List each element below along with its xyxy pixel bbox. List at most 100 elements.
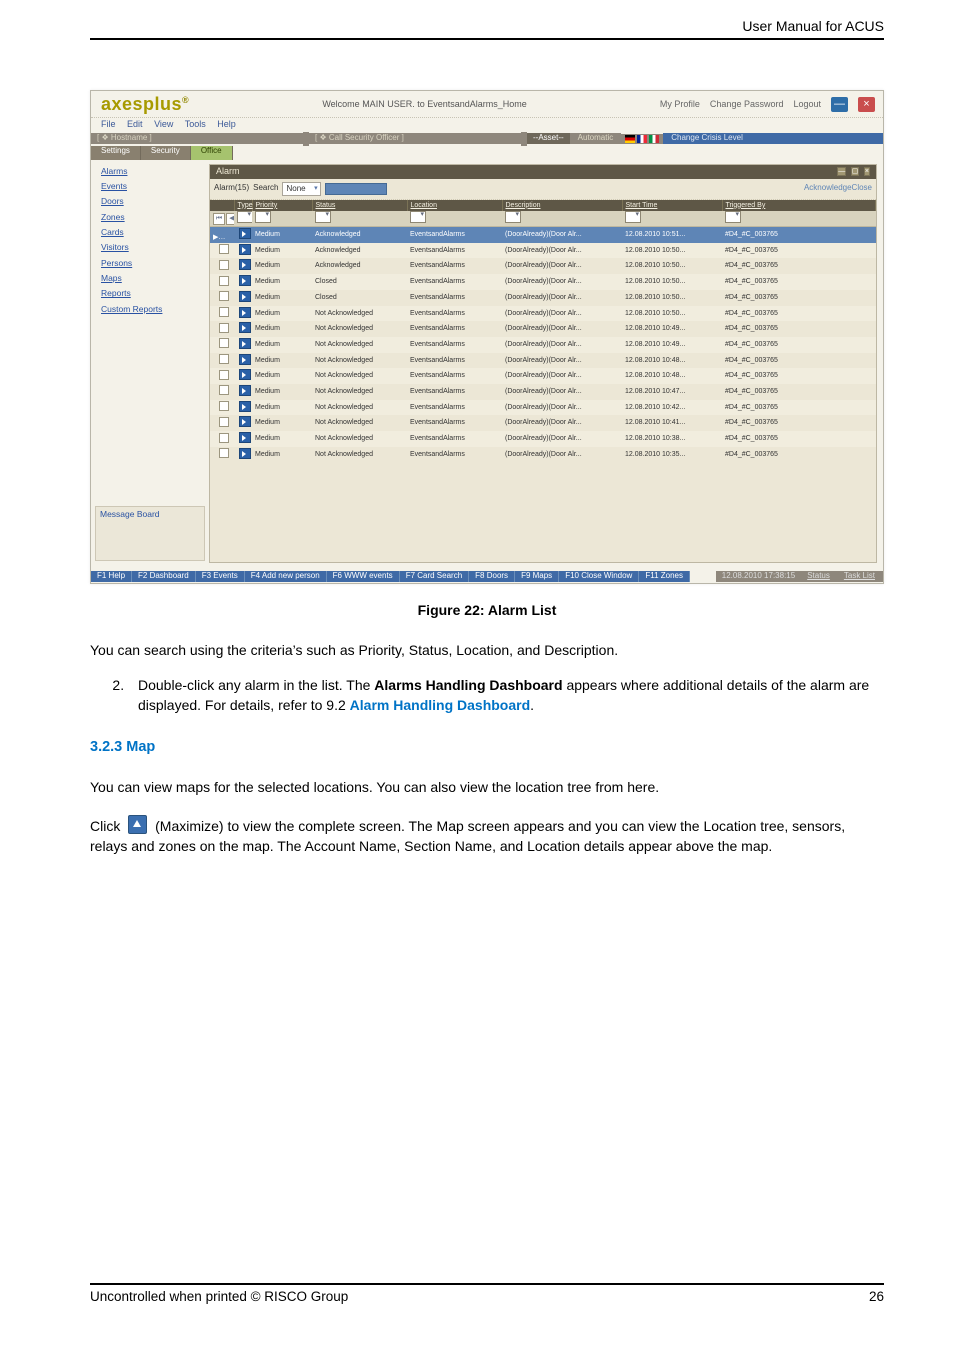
change-password-link[interactable]: Change Password	[710, 100, 784, 110]
menu-view[interactable]: View	[154, 119, 173, 129]
col-start-time[interactable]: Start Time	[622, 200, 722, 212]
f8-doors[interactable]: F8 Doors	[469, 571, 515, 582]
col-location[interactable]: Location	[407, 200, 502, 212]
sidebar-item-cards[interactable]: Cards	[91, 225, 209, 240]
table-row[interactable]: MediumClosedEventsandAlarms(DoorAlready)…	[210, 290, 876, 306]
table-row[interactable]: MediumClosedEventsandAlarms(DoorAlready)…	[210, 274, 876, 290]
alarm-type-icon[interactable]	[239, 307, 251, 318]
sidebar-item-zones[interactable]: Zones	[91, 210, 209, 225]
flag-de-icon[interactable]	[625, 135, 635, 143]
filter-start[interactable]	[625, 211, 641, 223]
row-checkbox[interactable]	[219, 385, 229, 395]
maximize-icon[interactable]	[128, 815, 147, 834]
row-checkbox[interactable]	[219, 354, 229, 364]
logout-link[interactable]: Logout	[793, 100, 821, 110]
row-checkbox[interactable]	[219, 244, 229, 254]
col-status[interactable]: Status	[312, 200, 407, 212]
my-profile-link[interactable]: My Profile	[660, 100, 700, 110]
path-office[interactable]: Office	[191, 146, 233, 160]
f4-add-person[interactable]: F4 Add new person	[245, 571, 327, 582]
row-checkbox[interactable]	[219, 433, 229, 443]
search-dropdown[interactable]: None	[282, 182, 320, 196]
row-checkbox[interactable]	[219, 323, 229, 333]
alarm-type-icon[interactable]	[239, 244, 251, 255]
hostname-pill[interactable]: [ ❖ Hostname ]	[91, 133, 303, 144]
row-checkbox[interactable]	[219, 370, 229, 380]
menu-help[interactable]: Help	[217, 119, 236, 129]
sidebar-item-custom-reports[interactable]: Custom Reports	[91, 302, 209, 317]
pane-max-icon[interactable]: ▢	[851, 167, 860, 176]
sidebar-item-maps[interactable]: Maps	[91, 271, 209, 286]
flag-fr-icon[interactable]	[637, 135, 647, 143]
filter-status[interactable]	[315, 211, 331, 223]
task-list-link[interactable]: Task List	[836, 571, 883, 582]
minimize-icon[interactable]: —	[831, 97, 848, 112]
row-checkbox[interactable]	[219, 338, 229, 348]
col-priority[interactable]: Priority	[252, 200, 312, 212]
alarm-type-icon[interactable]	[239, 291, 251, 302]
alarm-type-icon[interactable]	[239, 385, 251, 396]
row-checkbox[interactable]	[219, 307, 229, 317]
alarm-handling-dashboard-link[interactable]: Alarm Handling Dashboard	[350, 697, 530, 713]
menu-edit[interactable]: Edit	[127, 119, 143, 129]
sidebar-item-persons[interactable]: Persons	[91, 256, 209, 271]
table-row[interactable]: MediumNot AcknowledgedEventsandAlarms(Do…	[210, 447, 876, 463]
table-row[interactable]: MediumAcknowledgedEventsandAlarms(DoorAl…	[210, 258, 876, 274]
table-row[interactable]: MediumNot AcknowledgedEventsandAlarms(Do…	[210, 400, 876, 416]
alarm-type-icon[interactable]	[239, 369, 251, 380]
row-checkbox[interactable]	[219, 401, 229, 411]
alarm-type-icon[interactable]	[239, 259, 251, 270]
alarm-type-icon[interactable]	[239, 448, 251, 459]
table-row[interactable]: MediumNot AcknowledgedEventsandAlarms(Do…	[210, 384, 876, 400]
f3-events[interactable]: F3 Events	[196, 571, 245, 582]
filter-type[interactable]	[237, 211, 252, 223]
table-row[interactable]: MediumAcknowledgedEventsandAlarms(DoorAl…	[210, 243, 876, 259]
row-checkbox[interactable]	[219, 417, 229, 427]
col-type[interactable]: Type	[234, 200, 252, 212]
crisis-level-link[interactable]: Change Crisis Level	[663, 133, 883, 144]
pane-close-icon[interactable]: ×	[864, 167, 870, 176]
sidebar-item-events[interactable]: Events	[91, 179, 209, 194]
f6-www-events[interactable]: F6 WWW events	[327, 571, 400, 582]
col-triggered[interactable]: Triggered By	[722, 200, 876, 212]
pane-min-icon[interactable]: —	[837, 167, 846, 176]
table-row[interactable]: MediumNot AcknowledgedEventsandAlarms(Do…	[210, 431, 876, 447]
path-security[interactable]: Security	[141, 146, 191, 160]
close-window-icon[interactable]: ×	[858, 97, 875, 112]
filter-priority[interactable]	[255, 211, 271, 223]
table-row[interactable]: MediumNot AcknowledgedEventsandAlarms(Do…	[210, 368, 876, 384]
table-row[interactable]: MediumNot AcknowledgedEventsandAlarms(Do…	[210, 353, 876, 369]
sidebar-item-reports[interactable]: Reports	[91, 286, 209, 301]
filter-description[interactable]	[505, 211, 521, 223]
f1-help[interactable]: F1 Help	[91, 571, 132, 582]
table-row-selected[interactable]: ▶ Medium Acknowledged EventsandAlarms (D…	[210, 227, 876, 243]
acknowledge-cmd[interactable]: AcknowledgeClose	[804, 184, 872, 193]
path-settings[interactable]: Settings	[91, 146, 141, 160]
table-row[interactable]: MediumNot AcknowledgedEventsandAlarms(Do…	[210, 337, 876, 353]
table-row[interactable]: MediumNot AcknowledgedEventsandAlarms(Do…	[210, 306, 876, 322]
sidebar-item-alarms[interactable]: Alarms	[91, 164, 209, 179]
sidebar-item-doors[interactable]: Doors	[91, 194, 209, 209]
flag-it-icon[interactable]	[649, 135, 659, 143]
alarm-type-icon[interactable]	[239, 416, 251, 427]
nav-icons[interactable]: ⏮◀▶⏭	[213, 213, 234, 225]
col-description[interactable]: Description	[502, 200, 622, 212]
f10-close-window[interactable]: F10 Close Window	[559, 571, 639, 582]
row-checkbox[interactable]	[219, 276, 229, 286]
table-row[interactable]: MediumNot AcknowledgedEventsandAlarms(Do…	[210, 321, 876, 337]
call-officer-pill[interactable]: [ ❖ Call Security Officer ]	[309, 133, 521, 144]
menu-file[interactable]: File	[101, 119, 116, 129]
language-flags[interactable]	[621, 134, 663, 144]
col-blank[interactable]	[210, 200, 234, 212]
row-checkbox[interactable]	[219, 260, 229, 270]
alarm-type-icon[interactable]	[239, 401, 251, 412]
alarm-type-icon[interactable]	[239, 228, 251, 239]
table-row[interactable]: MediumNot AcknowledgedEventsandAlarms(Do…	[210, 415, 876, 431]
status-link[interactable]: Status	[801, 571, 836, 582]
filter-triggered[interactable]	[725, 211, 741, 223]
f2-dashboard[interactable]: F2 Dashboard	[132, 571, 196, 582]
alarm-type-icon[interactable]	[239, 322, 251, 333]
sidebar-item-visitors[interactable]: Visitors	[91, 240, 209, 255]
f7-card-search[interactable]: F7 Card Search	[400, 571, 469, 582]
alarm-type-icon[interactable]	[239, 275, 251, 286]
